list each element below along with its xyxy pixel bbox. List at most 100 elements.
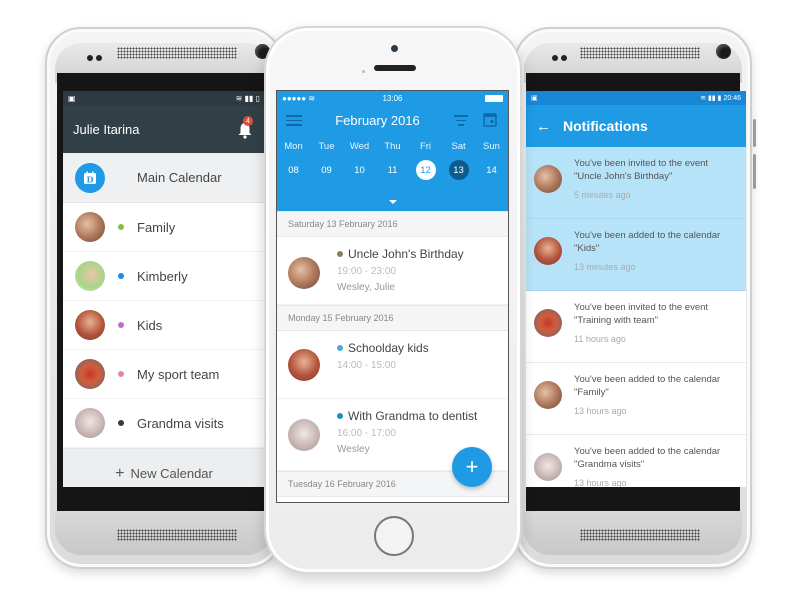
calendar-item-kids[interactable]: Kids <box>63 301 265 350</box>
avatar <box>288 257 320 289</box>
avatar <box>534 381 562 409</box>
event-item[interactable]: Uncle John's Birthday 19:00 - 23:00 Wesl… <box>277 237 508 305</box>
home-button[interactable] <box>374 516 414 556</box>
avatar <box>75 261 105 291</box>
status-time: 20:46 <box>723 94 741 102</box>
day-cell-selected[interactable]: 13 <box>448 160 469 180</box>
event-time: 16:00 - 17:00 <box>337 428 396 439</box>
avatar <box>534 237 562 265</box>
notification-message: You've been added to the calendar "Grand… <box>574 446 721 470</box>
day-cell[interactable]: 14 <box>482 160 502 180</box>
new-calendar-button[interactable]: + New Calendar <box>63 448 265 487</box>
calendar-item-grandma-visits[interactable]: Grandma visits <box>63 399 265 448</box>
bottom-speaker-grille <box>117 529 237 541</box>
notifications-button[interactable]: 4 <box>237 116 253 139</box>
calendar-drawer-screen: ▣ ≋ ▮▮ ▯ Julie Itarina 4 D Main Calendar <box>63 91 265 487</box>
calendar-item-my-sport-team[interactable]: My sport team <box>63 350 265 399</box>
notification-item[interactable]: You've been added to the calendar "Famil… <box>526 363 746 435</box>
svg-text:D: D <box>87 174 94 184</box>
calendar-color-dot <box>118 420 124 426</box>
front-camera <box>716 44 731 59</box>
front-camera <box>391 45 398 52</box>
avatar <box>75 212 105 242</box>
calendar-header: February 2016 Mon Tue Wed Thu Fri Sat Su… <box>277 105 508 211</box>
proximity-sensor <box>362 70 365 73</box>
date-section-header: Saturday 13 February 2016 <box>277 211 508 237</box>
calendar-color-dot <box>118 273 124 279</box>
notification-item[interactable]: You've been invited to the event "Uncle … <box>526 147 746 219</box>
avatar <box>288 419 320 451</box>
avatar <box>288 349 320 381</box>
day-cell[interactable]: 09 <box>317 160 337 180</box>
event-time: 19:00 - 23:00 <box>337 266 396 277</box>
add-event-fab-button[interactable]: + <box>452 447 492 487</box>
event-item[interactable]: Schoolday kids 14:00 - 15:00 <box>277 331 508 399</box>
notifications-app-bar: ← Notifications <box>526 105 746 147</box>
day-cell-today[interactable]: 12 <box>415 160 436 180</box>
earpiece-speaker <box>374 65 416 71</box>
bottom-speaker-grille <box>580 529 700 541</box>
notification-message: You've been added to the calendar "Kids" <box>574 230 721 254</box>
event-color-dot <box>337 413 343 419</box>
top-speaker-grille <box>580 47 700 59</box>
notification-time: 13 hours ago <box>574 406 627 416</box>
calendar-color-dot <box>118 322 124 328</box>
notification-item[interactable]: You've been invited to the event "Traini… <box>526 291 746 363</box>
calendar-item-kimberly[interactable]: Kimberly <box>63 252 265 301</box>
calendar-label: Grandma visits <box>137 415 224 431</box>
notifications-screen: ▣ ≋ ▮▮ ▮ 20:46 ← Notifications You've be… <box>526 91 746 487</box>
calendar-item-family[interactable]: Family <box>63 203 265 252</box>
date-section-header: Monday 15 February 2016 <box>277 305 508 331</box>
day-cell[interactable]: 08 <box>284 160 304 180</box>
avatar <box>534 165 562 193</box>
menu-icon[interactable] <box>286 112 302 128</box>
calendar-view-icon[interactable] <box>483 112 499 128</box>
notification-message: You've been invited to the event "Traini… <box>574 302 709 326</box>
agenda-screen: ●●●●● ≋ 13:06 February 2016 Mon Tue Wed … <box>276 90 509 503</box>
day-cell[interactable]: 10 <box>350 160 370 180</box>
avatar <box>75 310 105 340</box>
notification-status-icon: ▣ <box>531 95 538 102</box>
wifi-signal-battery-icons: ≋ ▮▮ ▯ <box>235 93 260 103</box>
avatar <box>534 309 562 337</box>
new-calendar-label: New Calendar <box>130 466 213 481</box>
calendar-icon: D <box>75 162 105 193</box>
page-title: Notifications <box>563 118 648 134</box>
calendar-color-dot <box>118 224 124 230</box>
calendar-label: Kids <box>137 317 163 333</box>
calendar-label: Family <box>137 219 176 235</box>
calendar-list: Family Kimberly Kids My sport team Grand… <box>63 203 265 448</box>
status-bar: ▣ ≋ ▮▮ ▯ <box>63 91 265 105</box>
notification-item[interactable]: You've been added to the calendar "Kids"… <box>526 219 746 291</box>
volume-down-button <box>753 154 756 189</box>
notification-time: 13 hours ago <box>574 478 627 487</box>
month-title[interactable]: February 2016 <box>302 113 453 128</box>
event-title: With Grandma to dentist <box>348 409 478 423</box>
drawer-header: Julie Itarina 4 <box>63 105 265 153</box>
status-bar: ▣ ≋ ▮▮ ▮ 20:46 <box>526 91 746 105</box>
weekday-label: Tue <box>318 141 335 152</box>
main-calendar-item[interactable]: D Main Calendar <box>63 153 265 203</box>
filter-icon[interactable] <box>453 112 469 128</box>
avatar <box>75 359 105 389</box>
weekday-label: Thu <box>384 141 401 152</box>
status-bar: ●●●●● ≋ 13:06 <box>277 91 508 105</box>
volume-up-button <box>753 119 756 147</box>
calendar-label: Kimberly <box>137 268 188 284</box>
back-arrow-icon[interactable]: ← <box>536 118 551 135</box>
day-cell[interactable]: 11 <box>383 160 403 180</box>
calendar-label: My sport team <box>137 366 220 382</box>
expand-calendar-caret-icon[interactable] <box>388 200 397 204</box>
calendar-color-dot <box>118 371 124 377</box>
notification-item[interactable]: You've been added to the calendar "Grand… <box>526 435 746 487</box>
notification-time: 13 minutes ago <box>574 262 636 272</box>
day-row: 08 09 10 11 12 13 14 <box>277 152 508 180</box>
plus-icon: + <box>115 464 125 482</box>
event-time: 14:00 - 15:00 <box>337 360 396 371</box>
event-color-dot <box>337 345 343 351</box>
main-calendar-label: Main Calendar <box>137 170 222 185</box>
weekday-label: Sat <box>451 141 466 152</box>
weekday-row: Mon Tue Wed Thu Fri Sat Sun <box>277 135 508 152</box>
weekday-label: Wed <box>349 141 370 152</box>
status-time: 13:06 <box>382 93 403 103</box>
